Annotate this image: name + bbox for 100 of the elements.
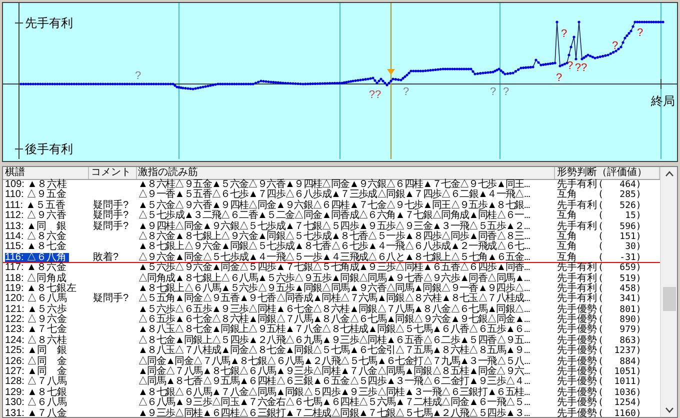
score-cell-text: ( 526) <box>598 200 642 211</box>
judgment-cell-text: 先手優勢 <box>557 325 598 336</box>
variation-cell: ▲５六歩△９六金▲同金△５四歩▲７七銀△５七角成▲９三歩△同桂▲６五香△６四歩▲同香... <box>138 262 530 274</box>
comment-cell-text: 疑問手? <box>92 222 130 232</box>
variation-cell: △同金▲同金△７八馬▲８七銀△６八馬▲２八飛△５七馬▲６七金打△７九馬▲３一飛△５八... <box>138 356 530 367</box>
score-cell: ( 1160) <box>598 408 642 417</box>
judgment-cell-text: 先手有利 <box>557 294 598 304</box>
move-cell[interactable]: 116: △６八角 <box>5 252 68 262</box>
scroll-thumb[interactable] <box>662 287 676 311</box>
judgment-cell: 先手優勢 <box>557 408 598 417</box>
score-cell: ( 979) <box>598 325 642 336</box>
judgment-cell-text: 先手有利 <box>557 200 598 211</box>
score-cell: ( 285) <box>598 190 642 201</box>
variation-cell: △９一香▲５五香△６七歩▲７四歩△６八歩成▲７三歩成△同銀▲７四歩△６二銀▲４一飛△... <box>138 189 530 200</box>
scrollbar[interactable] <box>660 167 677 417</box>
score-cell-text: ( 863) <box>598 336 642 346</box>
variation-cell: ▲８七銀△６八馬▲７八金△同馬▲同銀△５四歩▲９三歩△同桂▲３一飛△６三銀打▲６五桂... <box>138 386 530 398</box>
scroll-up-icon[interactable] <box>664 171 674 177</box>
move-cell[interactable]: 117: ▲８六金 <box>5 263 68 274</box>
move-cell[interactable]: 120: △６八馬 <box>5 294 70 305</box>
question-mark: ?? <box>368 89 382 101</box>
score-cell-text: ( 464) <box>598 180 642 190</box>
move-cell[interactable]: 124: △８六桂 <box>5 336 70 346</box>
score-cell-text: ( 884) <box>598 356 642 367</box>
axis-label: 先手有利 <box>25 16 73 30</box>
score-cell-text: ( 801) <box>598 304 642 315</box>
variation-cell: ▲８六桂△９五金▲５六金△９六香▲９四桂△同金▲９六銀△６四桂▲７七金△９七歩▲同王... <box>138 179 530 190</box>
move-cell[interactable]: 109: ▲８六桂 <box>5 180 70 190</box>
judgment-cell-text: 先手優勢 <box>557 346 598 356</box>
variation-cell: ▲９三歩△同桂▲６四桂△６三銀打▲７二桂成△同銀▲７七銀△５七馬▲２八飛△５四歩▲３... <box>138 408 530 417</box>
move-cell[interactable]: 119: ▲８七銀左 <box>5 284 78 294</box>
score-cell: ( 15) <box>598 211 642 222</box>
judgment-cell-text: 先手優勢 <box>557 377 598 388</box>
judgment-cell-text: 先手優勢 <box>557 336 598 346</box>
move-cell[interactable]: 112: △９六香 <box>5 211 68 222</box>
judgment-cell-text: 互角 <box>557 242 578 252</box>
variation-cell: ▲８八玉△７八桂成▲同金△８七金▲同銀△５七馬▲６七金引△７五馬▲８六桂△８五馬▲９... <box>138 345 530 356</box>
move-cell[interactable]: 110: △９五金 <box>5 190 68 201</box>
move-cell[interactable]: 118: △同角成 <box>5 274 68 284</box>
move-cell[interactable]: 121: ▲５六歩 <box>5 304 70 316</box>
variation-cell: △５五角▲同金△９五香▲９七香△同香成▲同桂△７六馬▲同銀△８六桂▲８七玉△７八桂成... <box>138 293 530 304</box>
score-cell: ( -31) <box>598 252 642 262</box>
variation-cell: ▲５六金△９六香▲９四桂△同金▲９六銀△６四桂▲７七金△９七歩▲同王△９五歩▲８七銀... <box>138 200 530 211</box>
score-cell: ( 341) <box>598 294 642 305</box>
column-header[interactable]: コメント <box>89 167 137 179</box>
judgment-cell-text: 先手有利 <box>557 180 598 190</box>
comment-cell-text: 疑問手? <box>92 211 130 222</box>
judgment-cell: 先手有利 <box>557 222 598 232</box>
score-cell-text: ( 458) <box>598 284 642 294</box>
comment-cell-text: 疑問手? <box>92 200 130 211</box>
scroll-down-icon[interactable] <box>664 407 674 413</box>
move-cell[interactable]: 113: ▲同 銀 <box>5 222 68 232</box>
variation-cell: △同角成▲８七銀上△６八馬▲５六歩△９五歩▲同銀△同馬▲９七香△９六歩▲同香△同馬▲... <box>138 272 530 284</box>
variation-cell: △９六金▲同金△５七歩成▲４一飛△５一歩▲４三飛成△６八と▲８七銀上△５七角▲６五金... <box>138 252 530 263</box>
judgment-cell-text: 先手優勢 <box>557 398 598 408</box>
move-cell[interactable]: 122: △９六金 <box>5 315 70 326</box>
question-mark: ?? <box>574 62 588 74</box>
question-mark: ? <box>134 70 142 82</box>
judgment-cell-text: 先手優勢 <box>557 304 598 315</box>
axis-label: 後手有利 <box>25 142 73 156</box>
move-cell[interactable]: 128: △７八馬 <box>5 377 70 388</box>
move-cell[interactable]: 130: △６八馬 <box>5 398 70 409</box>
question-mark: ? <box>636 27 644 39</box>
judgment-cell-text: 互角 <box>557 232 578 242</box>
judgment-cell-text: 先手有利 <box>557 263 598 274</box>
axis-label: 終局 <box>651 94 675 108</box>
move-cell[interactable]: 126: △同 金 <box>5 356 70 368</box>
score-cell: ( 1011) <box>598 377 642 388</box>
move-cell[interactable]: 115: ▲８七金 <box>5 242 68 253</box>
variation-cell: ▲８八玉△８七金▲同銀上△９五桂▲７八金△８七桂成▲同銀△５七馬▲６八香△６五歩▲６... <box>138 324 530 336</box>
judgment-cell-text: 互角 <box>557 190 577 200</box>
score-cell: ( 519) <box>598 274 642 284</box>
judgment-cell-text: 先手優勢 <box>557 388 598 398</box>
judgment-cell-text: 互角 <box>557 252 577 262</box>
question-mark: ? <box>556 72 562 84</box>
judgment-cell-text: 先手有利 <box>557 284 598 294</box>
comment-cell-text: 敗着? <box>92 252 120 262</box>
move-cell[interactable]: 131: ▲７八金 <box>5 408 70 417</box>
judgment-cell-text: 互角 <box>557 211 577 222</box>
move-cell[interactable]: 114: △８六金 <box>5 232 68 242</box>
move-cell[interactable]: 123: ▲７七金 <box>5 325 70 336</box>
judgment-cell: 先手有利 <box>557 274 598 284</box>
variation-cell: ▲５六歩△６五歩▲９三歩△同桂▲６七金△８六桂▲同銀△７八馬▲８八金△６七馬▲同銀△... <box>138 304 530 315</box>
move-cell[interactable]: 125: ▲同 銀 <box>5 346 70 357</box>
question-mark: ? <box>612 40 618 52</box>
question-mark: ? <box>490 86 496 98</box>
move-cell[interactable]: 129: ▲８七銀 <box>5 388 70 398</box>
variation-cell: △８七金▲同銀上△５四歩▲２八飛△６九馬▲９三歩△同桂▲６五香△６二歩▲５四香△９五... <box>138 334 530 346</box>
score-cell: ( 1254) <box>598 398 642 409</box>
question-mark: ? <box>502 86 510 98</box>
variation-cell: ▲９四桂△同金▲９六銀△５七歩成▲７七銀△５四歩▲９五歩△９三金▲３一飛△５五歩▲２... <box>138 220 530 232</box>
variation-cell: △同馬▲８七香△９五馬▲６四桂△６三銀▲６五金△５四歩▲３一飛△６二金打▲９三歩△４... <box>138 376 530 388</box>
move-cell[interactable]: 127: ▲同 金 <box>5 367 70 378</box>
variation-cell: △８六金▲８七銀上△９六金▲同銀△５七歩成▲８七香△５一歩▲８四歩△同歩▲同香△８三... <box>138 230 530 242</box>
variation-cell: △５七歩成▲３二飛△６二香▲５二金△同金▲同香成△６六角▲７七銀△同角成▲同桂△６一... <box>138 210 530 222</box>
comment-cell-text: 疑問手? <box>92 294 130 305</box>
position-cursor[interactable] <box>387 3 395 159</box>
variation-cell: ▲８七銀上△９六金▲同銀△５七歩成▲８七香△６七歩▲４一飛△６八歩成▲２一飛成△６七... <box>138 241 530 252</box>
score-cell: ( 890) <box>598 315 642 326</box>
column-header[interactable]: 激指の読み筋 <box>137 167 555 179</box>
